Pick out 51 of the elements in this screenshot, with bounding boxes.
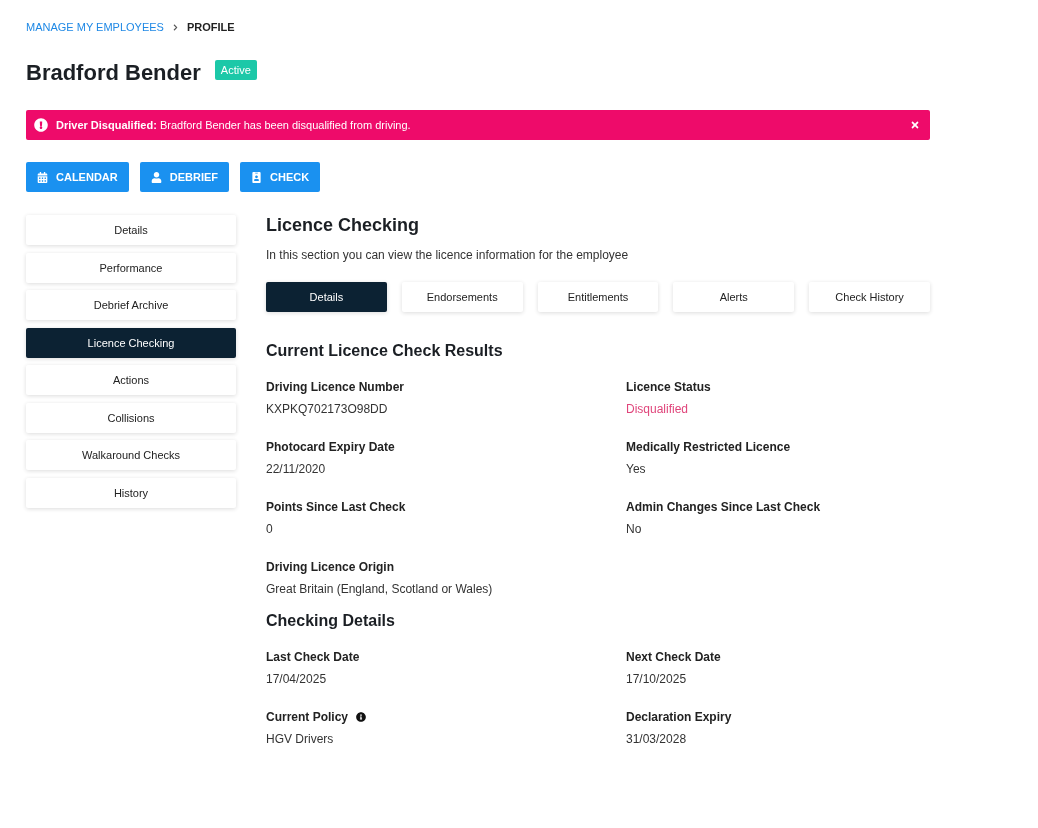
tab[interactable]: Check History bbox=[809, 282, 930, 312]
section-title: Licence Checking bbox=[266, 215, 421, 236]
calendar-icon bbox=[37, 171, 48, 183]
field-value: Yes bbox=[626, 462, 647, 476]
field-value: 31/03/2028 bbox=[626, 732, 688, 746]
tab[interactable]: Endorsements bbox=[401, 282, 523, 312]
info-icon[interactable] bbox=[356, 712, 367, 722]
status-badge: Active bbox=[214, 60, 257, 80]
field-value: Disqualified bbox=[626, 402, 690, 416]
field-label: Points Since Last Check bbox=[266, 500, 406, 514]
sidebar-item[interactable]: Actions bbox=[26, 365, 236, 395]
tab[interactable]: Entitlements bbox=[537, 282, 659, 312]
breadcrumb-current: PROFILE bbox=[186, 21, 235, 33]
alert-message: Driver Disqualified: Bradford Bender has been disqualified from driving. bbox=[56, 119, 412, 131]
field-label: Next Check Date bbox=[626, 650, 721, 664]
field-label: Medically Restricted Licence bbox=[626, 440, 791, 454]
badge-icon bbox=[251, 171, 262, 183]
field-value: 17/10/2025 bbox=[626, 672, 688, 686]
sidebar-item[interactable]: Details bbox=[26, 215, 236, 245]
person-icon bbox=[150, 171, 162, 183]
subsection-heading: Checking Details bbox=[266, 612, 396, 630]
sidebar-item[interactable]: Debrief Archive bbox=[26, 290, 236, 320]
field-value: Great Britain (England, Scotland or Wales) bbox=[266, 582, 494, 596]
field-label: Licence Status bbox=[626, 380, 711, 394]
field-value: KXPKQ702173O98DD bbox=[266, 402, 389, 416]
field-label: Last Check Date bbox=[266, 650, 360, 664]
sidebar-item[interactable]: Performance bbox=[26, 252, 236, 283]
field-label: Driving Licence Origin bbox=[266, 560, 395, 574]
field-label: Photocard Expiry Date bbox=[266, 440, 395, 454]
field-value: No bbox=[626, 522, 643, 536]
tab[interactable]: Alerts bbox=[673, 282, 795, 312]
sidebar-item[interactable]: History bbox=[26, 477, 236, 508]
sidebar-item[interactable]: Walkaround Checks bbox=[26, 440, 236, 470]
sidebar-item[interactable]: Licence Checking bbox=[26, 327, 236, 358]
field-value: 0 bbox=[266, 522, 274, 536]
field-label: Declaration Expiry bbox=[626, 710, 732, 724]
tab[interactable]: Details bbox=[266, 282, 387, 312]
subsection-heading: Current Licence Check Results bbox=[266, 342, 504, 360]
field-label: Admin Changes Since Last Check bbox=[626, 500, 821, 514]
field-value: HGV Drivers bbox=[266, 732, 335, 746]
sidebar-item[interactable]: Collisions bbox=[26, 402, 236, 433]
field-value: 17/04/2025 bbox=[266, 672, 328, 686]
employee-name: Bradford Bender bbox=[26, 60, 201, 86]
close-button[interactable] bbox=[910, 120, 920, 130]
field-label: Driving Licence Number bbox=[266, 380, 405, 394]
chevron-icon bbox=[171, 23, 179, 31]
breadcrumb-link[interactable]: MANAGE MY EMPLOYEES bbox=[26, 21, 164, 33]
section-description: In this section you can view the licence information for the employee bbox=[266, 248, 630, 262]
field-value: 22/11/2020 bbox=[266, 462, 327, 476]
alert-icon bbox=[34, 118, 48, 132]
field-label: Current Policy bbox=[266, 710, 349, 724]
